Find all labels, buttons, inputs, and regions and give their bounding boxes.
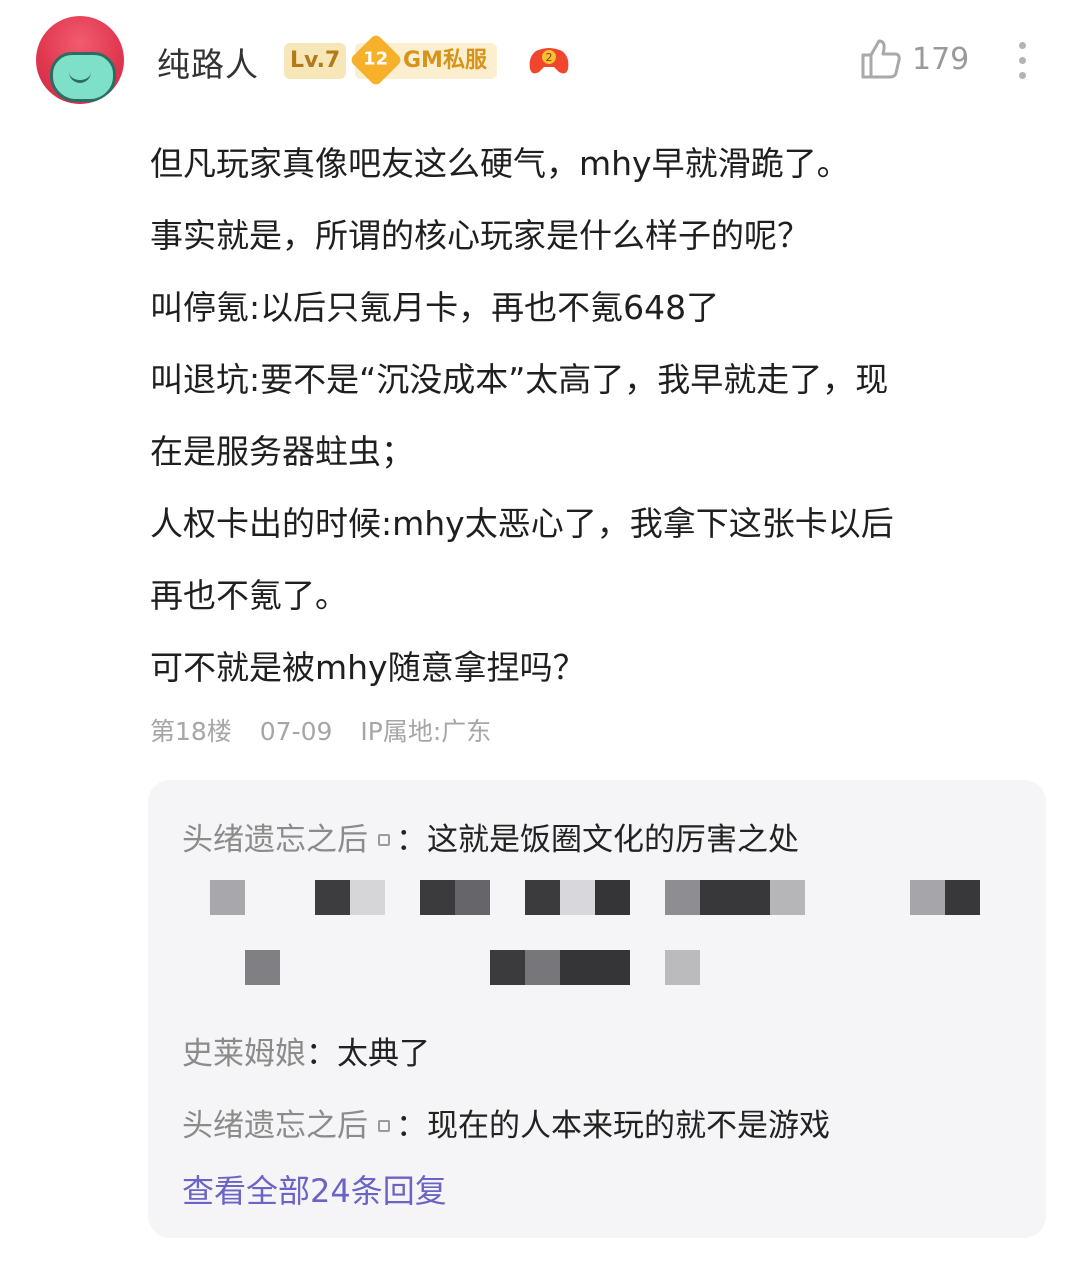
avatar[interactable]: [36, 16, 124, 104]
reply-author[interactable]: 头绪遗忘之后: [182, 1108, 368, 1144]
floor-number: 第18楼: [150, 717, 232, 746]
post-line: 人权卡出的时候:mhy太恶心了，我拿下这张卡以后: [150, 504, 894, 543]
view-all-replies-link[interactable]: 查看全部24条回复: [182, 1166, 447, 1212]
more-options-icon[interactable]: [1008, 38, 1036, 84]
reply-separator: ：: [396, 822, 427, 858]
post-meta: 第18楼 07-09 IP属地:广东: [150, 712, 511, 748]
username[interactable]: 纯路人: [157, 38, 259, 86]
thumbs-up-icon[interactable]: [859, 37, 903, 81]
post-line: 叫停氪:以后只氪月卡，再也不氪648了: [150, 288, 720, 327]
reply-item[interactable]: 头绪遗忘之后 ：这就是饭圈文化的厉害之处: [182, 814, 799, 859]
level-badge: Lv.7: [284, 43, 347, 79]
reply-text: 现在的人本来玩的就不是游戏: [427, 1108, 830, 1144]
gm-badge-number-icon: 12: [349, 33, 403, 87]
reply-author[interactable]: 头绪遗忘之后: [182, 822, 368, 858]
post-line: 事实就是，所谓的核心玩家是什么样子的呢？: [150, 216, 810, 255]
reply-separator: ：: [396, 1108, 427, 1144]
ip-location: IP属地:广东: [360, 717, 492, 746]
reply-author[interactable]: 史莱姆娘: [182, 1036, 306, 1072]
like-count: 179: [912, 42, 970, 77]
reply-separator: ：: [306, 1036, 337, 1072]
gamepad-icon: 2: [529, 48, 569, 74]
badge-icon: [378, 833, 390, 846]
post-line: 再也不氪了。: [150, 576, 348, 615]
gm-badge[interactable]: 12 GM私服: [349, 33, 497, 87]
reply-item[interactable]: 头绪遗忘之后 ：现在的人本来玩的就不是游戏: [182, 1100, 830, 1145]
mosaic-image[interactable]: [148, 875, 1046, 985]
post-body: 但凡玩家真像吧友这么硬气，mhy早就滑跪了。 事实就是，所谓的核心玩家是什么样子…: [150, 128, 1050, 704]
post-line: 但凡玩家真像吧友这么硬气，mhy早就滑跪了。: [150, 144, 850, 183]
gm-badge-label: GM私服: [403, 48, 487, 73]
reply-text: 太典了: [337, 1036, 430, 1072]
reply-box[interactable]: 头绪遗忘之后 ：这就是饭圈文化的厉害之处 史莱姆娘：太典了 头绪遗忘之后 ：现在的人…: [148, 780, 1046, 1238]
reply-item[interactable]: 史莱姆娘：太典了: [182, 1028, 430, 1073]
post-date: 07-09: [259, 717, 333, 746]
avatar-mask-face: [50, 52, 116, 102]
post-line: 叫退坑:要不是“沉没成本”太高了，我早就走了，现: [150, 360, 889, 399]
svg-text:2: 2: [546, 51, 553, 64]
reply-text: 这就是饭圈文化的厉害之处: [427, 822, 799, 858]
avatar-smile: [69, 69, 91, 83]
post-line: 在是服务器蛀虫；: [150, 432, 414, 471]
post-line: 可不就是被mhy随意拿捏吗？: [150, 648, 586, 687]
badge-icon: [378, 1119, 390, 1132]
